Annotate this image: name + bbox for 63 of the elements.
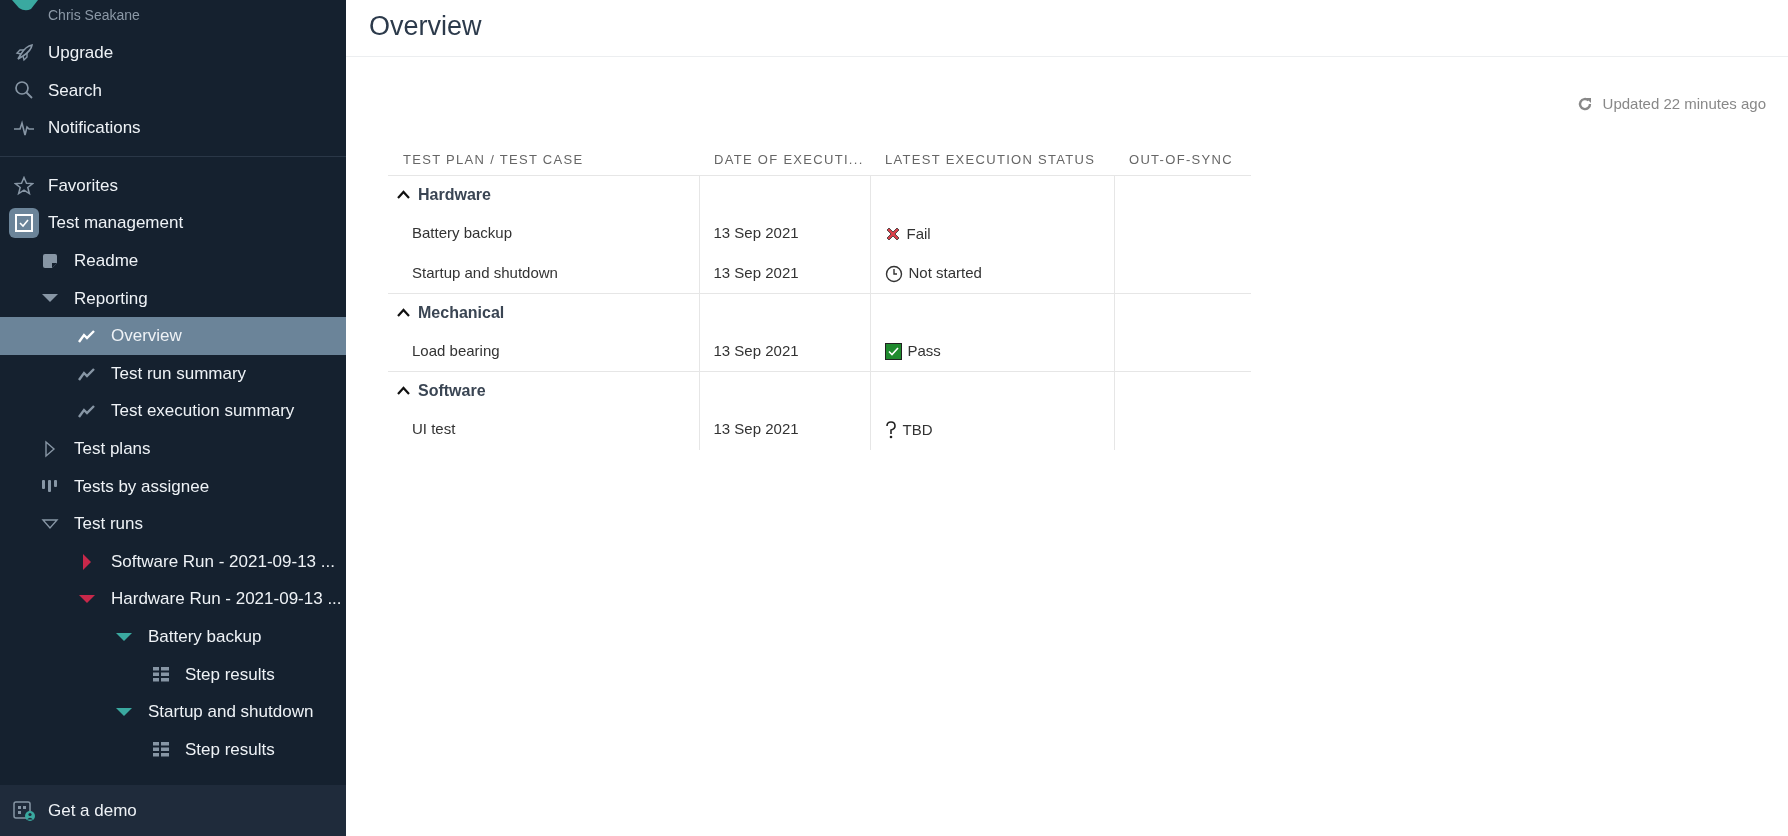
sidebar-item[interactable]: Step results [0,655,346,694]
sidebar-item[interactable]: Battery backup [0,617,346,656]
sidebar-item[interactable]: Reporting [0,279,346,318]
column-header: TEST PLAN / TEST CASE [388,143,699,176]
checkmark-icon [884,343,902,361]
sidebar-item[interactable]: Startup and shutdown [0,693,346,731]
sidebar-item[interactable]: Readme [0,241,346,280]
updated-text: Updated 22 minutes ago [1602,94,1766,114]
sidebar-item[interactable]: Tests by assignee [0,467,346,506]
column-header: DATE OF EXECUTI... [699,143,870,176]
rocket-icon [14,42,34,63]
test-case-name: Startup and shutdown [412,264,558,281]
note-icon [42,252,58,269]
star-icon [14,175,34,196]
bars-icon [42,479,58,494]
group-toggle[interactable]: Hardware [396,181,492,208]
test-case-name: UI test [412,420,456,438]
group-toggle[interactable]: Software [396,377,487,404]
sidebar-item[interactable]: Overview [0,317,346,355]
column-header: LATEST EXECUTION STATUS [870,143,1114,176]
date-text: 13 Sep 2021 [713,264,799,281]
status-text: Fail [906,223,931,244]
question-icon [884,420,897,439]
chevron-icon [397,308,410,318]
column-header: OUT-OF-SYNC [1114,143,1251,176]
chevron-icon [397,386,410,396]
cross-icon [884,225,901,242]
sidebar-item[interactable]: Test management [0,204,346,242]
pulse-icon [13,119,35,137]
sidebar-item[interactable]: Hardware Run - 2021-09-13 ... [0,580,346,618]
status-text: Pass [907,341,941,362]
grid-icon [153,741,169,758]
status-text: Not started [908,263,982,284]
user-name: Chris Seakane [48,8,140,25]
test-case-name: Load bearing [412,342,500,359]
sidebar-item[interactable]: Step results [0,730,346,769]
sidebar-item[interactable]: Favorites [0,166,346,205]
line-chart-icon [78,328,96,343]
sidebar-item[interactable]: Notifications [0,109,346,147]
sidebar-item[interactable]: Software Run - 2021-09-13 ... [0,542,346,581]
logo-icon [12,0,38,12]
group-toggle[interactable]: Mechanical [396,299,506,326]
refresh-icon [1576,96,1593,113]
sidebar-item[interactable]: Search [0,71,346,110]
status-text: TBD [902,419,933,440]
checkbox-icon [9,208,39,239]
sidebar-item[interactable]: Upgrade [0,34,346,72]
date-text: 13 Sep 2021 [713,224,799,242]
line-chart-icon [78,366,96,381]
sidebar-item[interactable]: Test execution summary [0,392,346,430]
clock-icon [884,264,903,283]
chevron-icon [397,190,410,200]
demo-icon [13,800,35,821]
line-chart-icon [78,404,96,419]
grid-icon [153,666,169,683]
test-case-name: Battery backup [412,224,513,242]
search-icon [14,80,34,101]
sidebar-item[interactable]: Test runs [0,505,346,543]
sidebar-item[interactable]: Test run summary [0,354,346,393]
sidebar-item[interactable]: Test plans [0,429,346,468]
date-text: 13 Sep 2021 [713,342,799,359]
date-text: 13 Sep 2021 [713,420,799,438]
page-title: Overview [369,9,482,43]
